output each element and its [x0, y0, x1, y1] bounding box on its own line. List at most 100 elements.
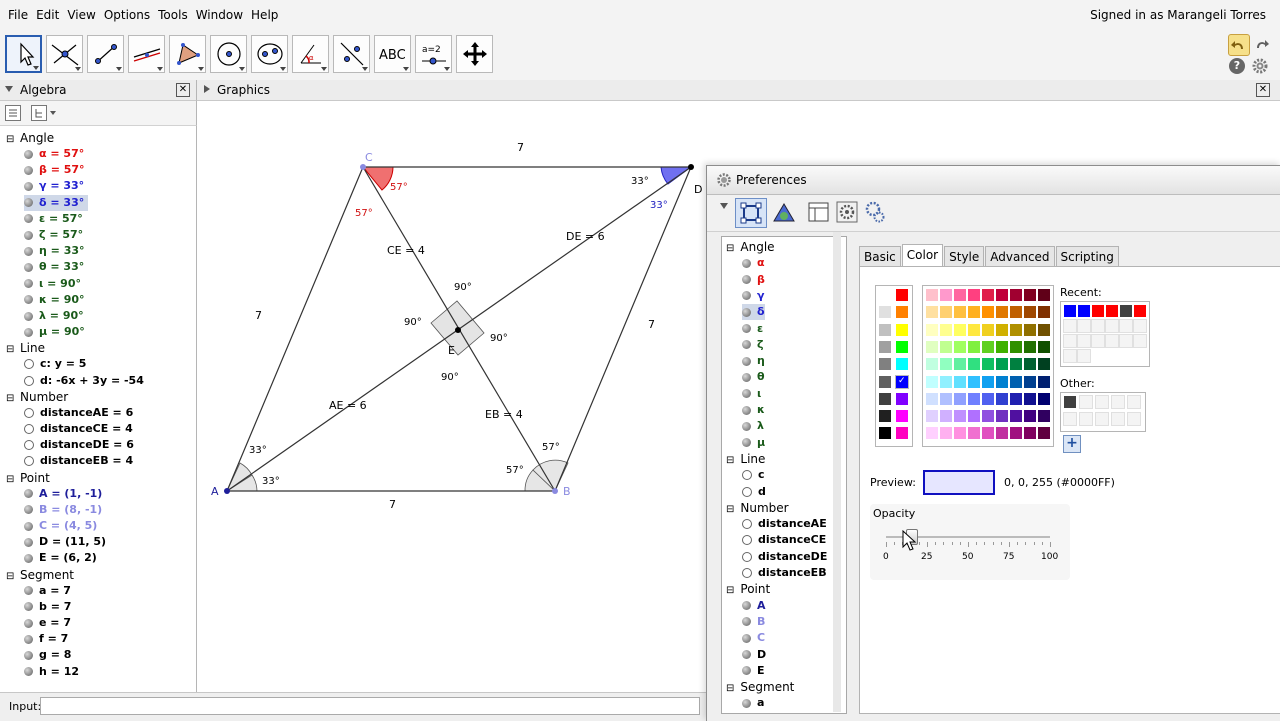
visible-toggle-icon[interactable]: [24, 537, 33, 547]
palette-color-swatch[interactable]: [925, 288, 939, 302]
recent-color-swatch[interactable]: [1063, 304, 1077, 318]
tab-basic[interactable]: Basic: [859, 246, 901, 267]
prefs-tree-item[interactable]: A: [742, 598, 766, 614]
basic-color-swatch[interactable]: [878, 339, 892, 354]
palette-color-swatch[interactable]: [1009, 391, 1023, 406]
palette-color-swatch[interactable]: [1009, 288, 1023, 302]
palette-color-swatch[interactable]: [995, 374, 1009, 389]
prefs-advanced-button[interactable]: [863, 198, 887, 226]
palette-color-swatch[interactable]: [995, 305, 1009, 320]
palette-color-swatch[interactable]: [953, 374, 967, 389]
algebra-item[interactable]: b = 7: [24, 599, 71, 615]
palette-color-swatch[interactable]: [939, 426, 953, 441]
visible-toggle-icon[interactable]: [742, 601, 751, 611]
palette-color-swatch[interactable]: [1023, 305, 1037, 320]
tab-scripting[interactable]: Scripting: [1055, 246, 1119, 267]
algebra-item[interactable]: λ = 90°: [24, 308, 84, 324]
palette-color-swatch[interactable]: [953, 339, 967, 354]
visible-toggle-icon[interactable]: [742, 275, 751, 285]
algebra-item[interactable]: θ = 33°: [24, 259, 84, 275]
palette-color-swatch[interactable]: [1023, 288, 1037, 302]
visible-toggle-icon[interactable]: [742, 389, 751, 399]
prefs-tree-group[interactable]: ⊟ Line: [726, 451, 765, 467]
prefs-tree-item[interactable]: ζ: [742, 337, 764, 353]
prefs-tree-item[interactable]: α: [742, 255, 765, 271]
palette-color-swatch[interactable]: [1037, 374, 1051, 389]
collapse-icon[interactable]: ⊟: [726, 683, 734, 694]
prefs-tree-group[interactable]: ⊟ Angle: [726, 239, 775, 255]
basic-color-swatch[interactable]: [878, 305, 892, 320]
algebra-item[interactable]: γ = 33°: [24, 178, 84, 194]
visible-toggle-icon[interactable]: [742, 666, 751, 676]
palette-color-swatch[interactable]: [981, 374, 995, 389]
redo-button[interactable]: [1251, 34, 1271, 54]
palette-color-swatch[interactable]: [1037, 426, 1051, 441]
palette-color-swatch[interactable]: [995, 409, 1009, 424]
slider-tool-button[interactable]: a=2: [415, 35, 452, 73]
recent-color-swatch[interactable]: [1077, 334, 1091, 348]
other-color-swatch[interactable]: [1063, 395, 1077, 409]
algebra-item[interactable]: c: y = 5: [24, 356, 86, 372]
algebra-item[interactable]: E = (6, 2): [24, 550, 97, 566]
visible-toggle-icon[interactable]: [742, 324, 751, 333]
visible-toggle-icon[interactable]: [24, 618, 33, 628]
visible-toggle-icon[interactable]: [24, 198, 33, 208]
tab-style[interactable]: Style: [944, 246, 985, 267]
visible-toggle-icon[interactable]: [24, 149, 33, 159]
palette-color-swatch[interactable]: [1009, 322, 1023, 337]
prefs-graphics-button[interactable]: [769, 198, 799, 226]
hidden-toggle-icon[interactable]: [742, 519, 752, 530]
visible-toggle-icon[interactable]: [24, 214, 33, 224]
palette-color-swatch[interactable]: [981, 339, 995, 354]
hidden-toggle-icon[interactable]: [742, 568, 752, 578]
palette-color-swatch[interactable]: [1037, 288, 1051, 302]
basic-color-swatch[interactable]: [895, 305, 909, 320]
angle-fill-c[interactable]: [361, 166, 394, 191]
visible-toggle-icon[interactable]: [24, 165, 33, 175]
palette-color-swatch[interactable]: [1037, 339, 1051, 354]
palette-color-swatch[interactable]: [1023, 339, 1037, 354]
visible-toggle-icon[interactable]: [742, 340, 751, 350]
palette-color-swatch[interactable]: [1037, 357, 1051, 372]
collapse-icon[interactable]: ⊟: [6, 342, 14, 358]
visible-toggle-icon[interactable]: [24, 181, 33, 191]
palette-color-swatch[interactable]: [1009, 305, 1023, 320]
recent-color-swatch[interactable]: [1091, 334, 1105, 348]
visible-toggle-icon[interactable]: [742, 421, 751, 431]
palette-color-swatch[interactable]: [995, 339, 1009, 354]
recent-color-swatch[interactable]: [1119, 304, 1133, 318]
text-tool-button[interactable]: ABC: [374, 35, 411, 73]
algebra-item[interactable]: B = (8, -1): [24, 502, 102, 518]
palette-color-swatch[interactable]: [1037, 305, 1051, 320]
splitter[interactable]: [833, 232, 841, 712]
palette-color-swatch[interactable]: [925, 322, 939, 337]
palette-color-swatch[interactable]: [939, 339, 953, 354]
recent-color-swatch[interactable]: [1077, 349, 1091, 363]
collapse-icon[interactable]: ⊟: [6, 472, 14, 488]
algebra-item[interactable]: e = 7: [24, 615, 71, 631]
prefs-defaults-button[interactable]: [835, 198, 859, 226]
visible-toggle-icon[interactable]: [742, 633, 751, 643]
algebra-item[interactable]: η = 33°: [24, 243, 85, 259]
prefs-tree-item[interactable]: distanceEB: [742, 565, 827, 581]
algebra-item[interactable]: a = 7: [24, 583, 71, 599]
preferences-title-bar[interactable]: Preferences: [707, 166, 1280, 195]
help-icon[interactable]: ?: [1229, 58, 1245, 74]
prefs-tree-item[interactable]: θ: [742, 369, 765, 385]
other-color-swatch[interactable]: [1095, 412, 1109, 426]
menu-view[interactable]: View: [63, 8, 99, 22]
algebra-item[interactable]: ι = 90°: [24, 276, 81, 292]
segment-bd[interactable]: [554, 166, 692, 492]
visible-toggle-icon[interactable]: [24, 650, 33, 660]
palette-color-swatch[interactable]: [1023, 391, 1037, 406]
visible-toggle-icon[interactable]: [742, 356, 751, 366]
hidden-toggle-icon[interactable]: [24, 440, 34, 451]
prefs-tree-item[interactable]: ι: [742, 386, 761, 402]
menu-window[interactable]: Window: [192, 8, 247, 22]
palette-color-swatch[interactable]: [981, 305, 995, 320]
palette-color-swatch[interactable]: [967, 305, 981, 320]
algebra-group-point[interactable]: ⊟ Point: [6, 470, 50, 486]
other-color-swatch[interactable]: [1095, 395, 1109, 409]
visible-toggle-icon[interactable]: [24, 262, 33, 272]
other-color-swatch[interactable]: [1079, 395, 1093, 409]
